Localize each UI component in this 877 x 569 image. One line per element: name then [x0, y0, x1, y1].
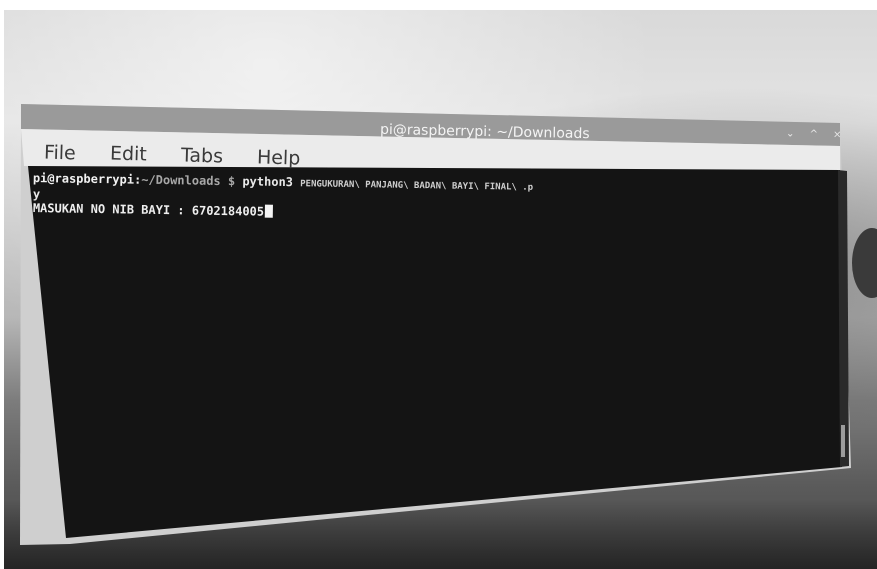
text-cursor [264, 204, 274, 218]
menu-edit[interactable]: Edit [110, 142, 147, 165]
menu-tabs[interactable]: Tabs [181, 144, 224, 167]
output-label: MASUKAN NO NIB BAYI : [32, 201, 192, 218]
prompt-user: pi@raspberrypi: [32, 171, 142, 187]
input-value[interactable]: 6702184005 [192, 203, 264, 218]
prompt-path: ~/Downloads $ [141, 172, 236, 189]
window-controls[interactable]: ⌄ ^ × [786, 128, 848, 140]
desktop-background [4, 10, 877, 569]
scrollbar-thumb[interactable] [841, 425, 845, 457]
menu-file[interactable]: File [44, 142, 76, 165]
command-wrap: y [32, 187, 41, 202]
terminal-line-wrap: y [33, 187, 40, 201]
menu-help[interactable]: Help [257, 146, 301, 169]
photo-stage: pi@raspberrypi: ~/Downloads ⌄ ^ × File E… [0, 0, 877, 569]
command-name: python3 [242, 174, 294, 190]
